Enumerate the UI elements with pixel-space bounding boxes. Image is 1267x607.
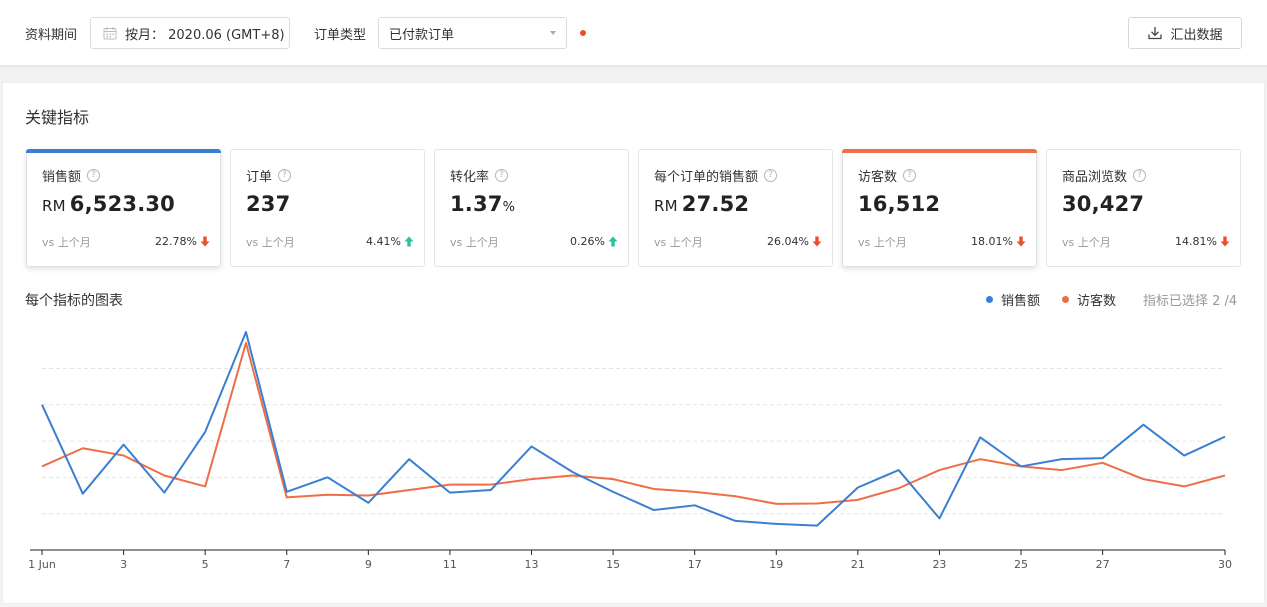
comparison-label: vs 上个月	[858, 236, 907, 249]
legend-dot	[1062, 296, 1069, 303]
metric-number: 16,512	[858, 192, 941, 216]
help-icon[interactable]: ?	[278, 169, 292, 182]
period-label: 资料期间	[25, 28, 78, 43]
metric-name: 访客数?	[858, 166, 917, 185]
order-type-label: 订单类型	[314, 28, 367, 43]
currency-prefix: RM	[42, 197, 66, 215]
x-tick-label: 11	[443, 558, 457, 571]
unit-suffix: %	[502, 200, 516, 215]
arrow-down-icon	[197, 236, 210, 247]
x-tick-label: 19	[769, 558, 783, 571]
help-icon[interactable]: ?	[1133, 169, 1147, 182]
comparison-label: vs 上个月	[1062, 236, 1111, 249]
section-title: 关键指标	[25, 108, 90, 127]
arrow-up-icon	[605, 236, 618, 247]
x-tick-label: 21	[851, 558, 865, 571]
x-tick-label: 27	[1096, 558, 1110, 571]
metric-card[interactable]: 商品浏览数? 30,427 vs 上个月 14.81%	[1046, 149, 1241, 267]
x-tick-label: 25	[1014, 558, 1028, 571]
x-tick-label: 30	[1218, 558, 1232, 571]
help-icon[interactable]: ?	[903, 169, 917, 182]
selected-indicator	[842, 149, 1037, 153]
selected-indicator	[26, 149, 221, 153]
metric-number: 27.52	[681, 192, 750, 216]
period-value: 按月： 2020.06 (GMT+8)	[125, 27, 285, 43]
comparison-label: vs 上个月	[654, 236, 703, 249]
metrics-line-chart: 1 Jun 3 5 7 9 11 13 15 17 19 21 23 25 27 30	[28, 331, 1232, 571]
caret-down-icon	[550, 31, 556, 35]
legend-item-sales[interactable]: 销售额	[986, 290, 1040, 309]
x-tick-label: 15	[606, 558, 620, 571]
metric-value: RM 6,523.30	[42, 192, 175, 216]
metric-card[interactable]: 访客数? 16,512 vs 上个月 18.01%	[842, 149, 1037, 267]
x-tick-label: 1 Jun	[28, 558, 56, 571]
metric-card[interactable]: 销售额? RM 6,523.30 vs 上个月 22.78%	[26, 149, 221, 267]
x-tick-label: 13	[525, 558, 539, 571]
metric-number: 1.37	[450, 192, 503, 216]
x-tick-label: 7	[283, 558, 290, 571]
metric-name: 商品浏览数?	[1062, 166, 1147, 185]
metric-number: 6,523.30	[69, 192, 175, 216]
comparison-label: vs 上个月	[246, 236, 295, 249]
comparison-label: vs 上个月	[42, 236, 91, 249]
order-type-select[interactable]: 已付款订单	[378, 17, 567, 49]
arrow-down-icon	[1013, 236, 1026, 247]
required-dot	[580, 30, 586, 36]
metric-change: 26.04%	[767, 235, 822, 248]
metric-value: RM 27.52	[654, 192, 749, 216]
metric-number: 30,427	[1062, 192, 1145, 216]
selected-metrics-info: 指标已选择 2 /4	[1143, 294, 1238, 309]
arrow-up-icon	[401, 236, 414, 247]
metric-change: 18.01%	[971, 235, 1026, 248]
metric-number: 237	[246, 192, 291, 216]
export-label: 汇出数据	[1170, 27, 1223, 43]
metric-value: 30,427	[1062, 192, 1144, 216]
x-tick-label: 9	[365, 558, 372, 571]
metric-card[interactable]: 转化率? 1.37% vs 上个月 0.26%	[434, 149, 629, 267]
arrow-down-icon	[809, 236, 822, 247]
metric-change: 0.26%	[570, 235, 618, 248]
metric-value: 237	[246, 192, 290, 216]
metric-change: 14.81%	[1175, 235, 1230, 248]
legend-item-visitors[interactable]: 访客数	[1062, 290, 1116, 309]
metric-value: 1.37%	[450, 192, 515, 216]
metric-change: 4.41%	[366, 235, 414, 248]
legend-label: 访客数	[1077, 294, 1117, 309]
metric-card[interactable]: 订单? 237 vs 上个月 4.41%	[230, 149, 425, 267]
x-tick-label: 5	[202, 558, 209, 571]
download-icon	[1147, 25, 1163, 41]
legend-label: 销售额	[1001, 294, 1041, 309]
x-tick-label: 3	[120, 558, 127, 571]
currency-prefix: RM	[654, 197, 678, 215]
metric-change: 22.78%	[155, 235, 210, 248]
help-icon[interactable]: ?	[495, 169, 509, 182]
chart-title: 每个指标的图表	[25, 293, 123, 309]
export-button[interactable]: 汇出数据	[1128, 17, 1242, 49]
series-line-visitors	[41, 341, 1226, 505]
metric-card[interactable]: 每个订单的销售额? RM 27.52 vs 上个月 26.04%	[638, 149, 833, 267]
help-icon[interactable]: ?	[764, 169, 778, 182]
order-type-value: 已付款订单	[389, 27, 455, 43]
metric-name: 转化率?	[450, 166, 509, 185]
x-tick-label: 23	[932, 558, 946, 571]
period-picker[interactable]: 按月： 2020.06 (GMT+8)	[90, 17, 290, 49]
metric-value: 16,512	[858, 192, 940, 216]
metric-name: 每个订单的销售额?	[654, 166, 778, 185]
x-tick-label: 17	[688, 558, 702, 571]
help-icon[interactable]: ?	[87, 169, 101, 182]
comparison-label: vs 上个月	[450, 236, 499, 249]
legend-dot	[986, 296, 993, 303]
calendar-icon	[103, 26, 117, 40]
arrow-down-icon	[1217, 236, 1230, 247]
metric-name: 订单?	[246, 166, 292, 185]
metric-name: 销售额?	[42, 166, 101, 185]
series-line-sales	[41, 331, 1226, 527]
